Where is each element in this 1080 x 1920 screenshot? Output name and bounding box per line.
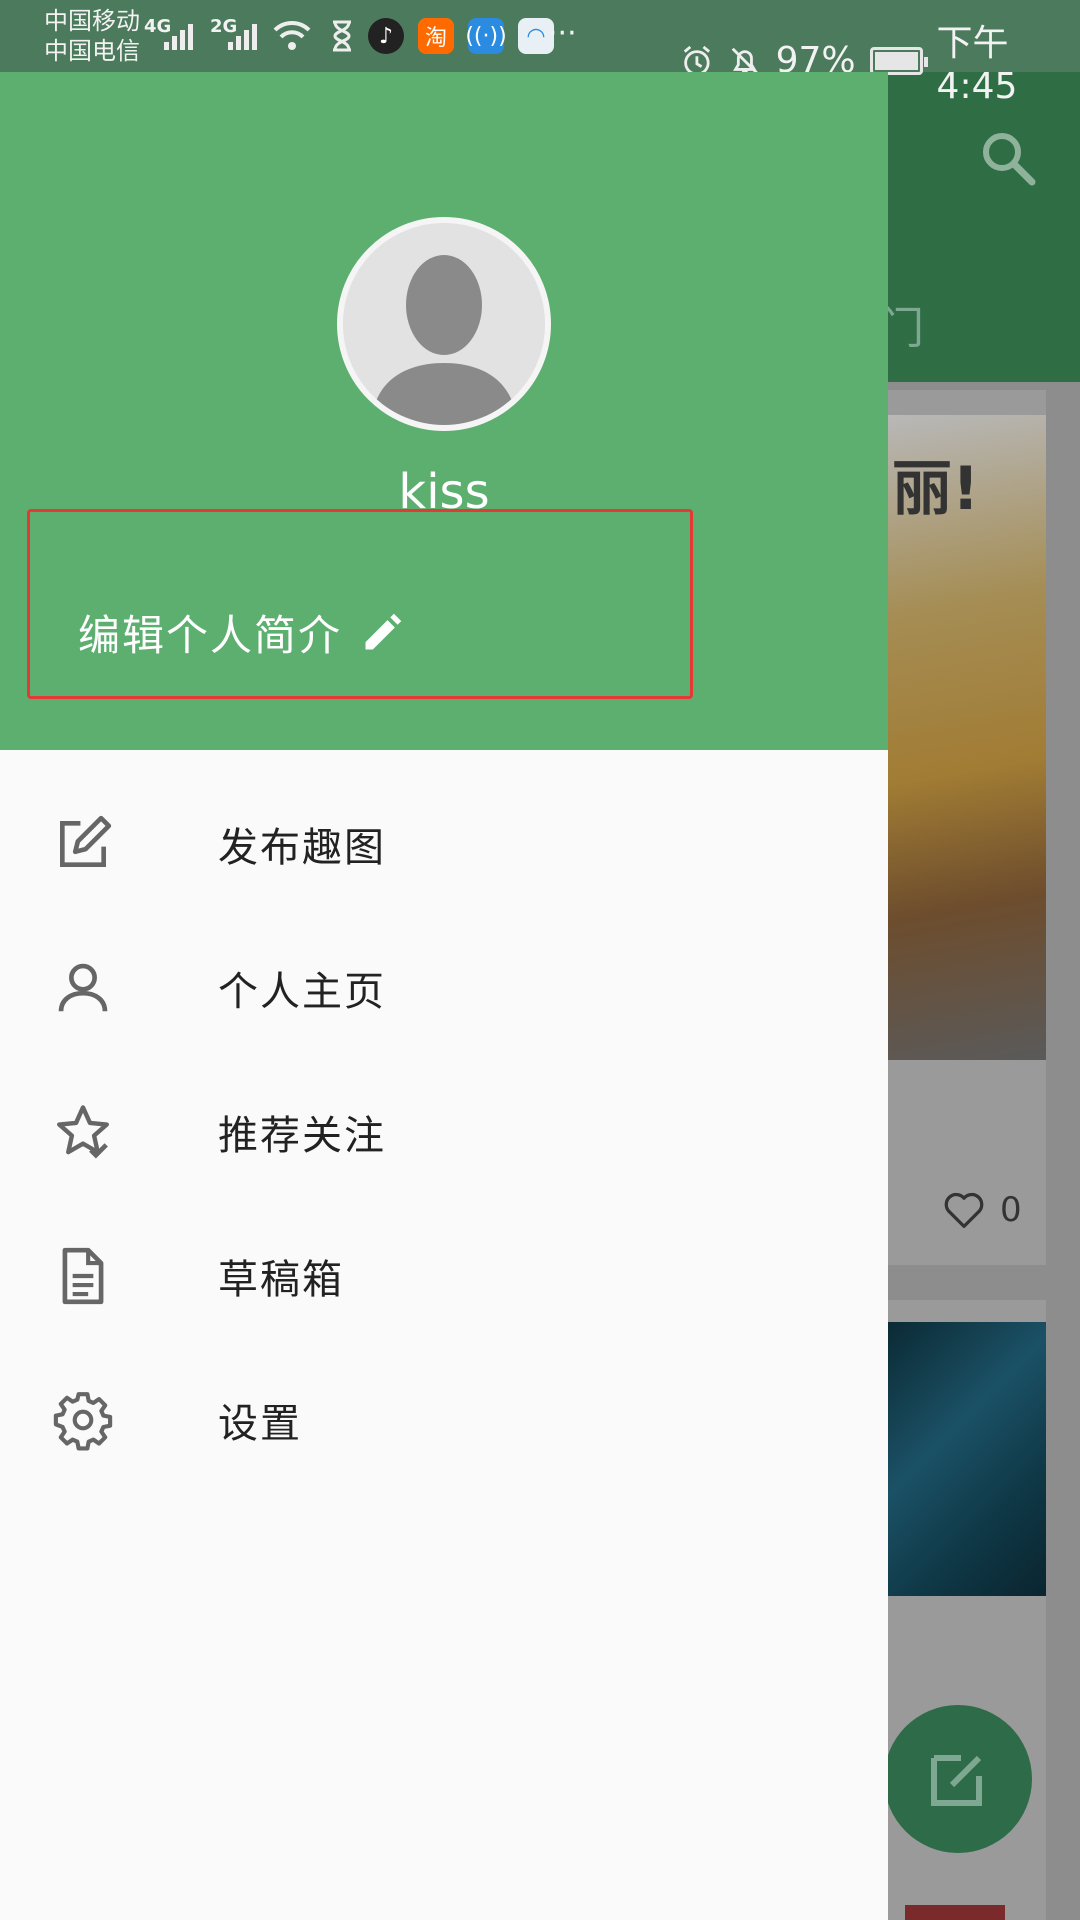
wifi-icon (273, 20, 311, 50)
edit-bio-label: 编辑个人简介 (78, 611, 343, 660)
tiktok-icon: ♪ (368, 18, 404, 54)
navigation-drawer: kiss 编辑个人简介 发布趣图 个人主页 推荐关注 草稿箱 设置 (0, 72, 888, 1920)
edit-bio-button[interactable]: 编辑个人简介 (78, 602, 404, 663)
notification-icons: ♪ 淘 ((·)) ◠ (330, 18, 554, 54)
background-card-image-2 (888, 1322, 1046, 1596)
clock: 下午4:45 (936, 23, 1018, 107)
battery-icon (869, 46, 928, 75)
person-icon (58, 963, 108, 1012)
taobao-icon: 淘 (418, 18, 454, 54)
menu-item-label: 发布趣图 (218, 825, 386, 871)
menu-item-publish[interactable]: 发布趣图 (0, 772, 888, 916)
like-count: 0 (1000, 1190, 1022, 1230)
carrier-2: 中国电信 (44, 37, 140, 65)
search-icon (978, 128, 1038, 188)
status-bar: 中国移动 中国电信 4G 2G ♪ 淘 ((·)) ◠ ··· 97% 下午4:… (0, 0, 1080, 107)
menu-item-label: 草稿箱 (218, 1257, 344, 1303)
carrier-labels: 中国移动 中国电信 (44, 6, 140, 66)
menu-item-drafts[interactable]: 草稿箱 (0, 1204, 888, 1348)
menu-item-recommended[interactable]: 推荐关注 (0, 1060, 888, 1204)
drawer-menu: 发布趣图 个人主页 推荐关注 草稿箱 设置 (0, 772, 888, 1492)
pencil-icon (365, 613, 402, 649)
menu-item-profile[interactable]: 个人主页 (0, 916, 888, 1060)
avatar[interactable] (337, 217, 551, 431)
signal-icon (164, 24, 193, 50)
signal-icon-2 (228, 24, 257, 50)
wireless-app-icon: ((·)) (465, 18, 507, 54)
menu-item-label: 推荐关注 (218, 1113, 386, 1159)
gear-icon (53, 1392, 113, 1451)
background-card-image-text: 丽! (892, 454, 980, 524)
carrier-1: 中国移动 (44, 7, 140, 35)
star-check-icon (57, 1105, 109, 1159)
edit-square-icon (931, 1755, 982, 1806)
menu-item-label: 个人主页 (218, 969, 386, 1015)
menu-item-settings[interactable]: 设置 (0, 1348, 888, 1492)
default-avatar-icon (343, 223, 545, 425)
hourglass-icon (333, 20, 351, 52)
drawer-header: kiss 编辑个人简介 (0, 72, 888, 750)
edit-square-icon (60, 815, 112, 867)
background-like: 0 (942, 1190, 1022, 1230)
menu-item-label: 设置 (218, 1401, 302, 1447)
heart-icon (944, 1192, 984, 1228)
document-icon (62, 1247, 104, 1305)
background-strip (905, 1905, 1005, 1920)
compose-fab (884, 1705, 1032, 1853)
more-notifications: ··· (548, 16, 577, 51)
